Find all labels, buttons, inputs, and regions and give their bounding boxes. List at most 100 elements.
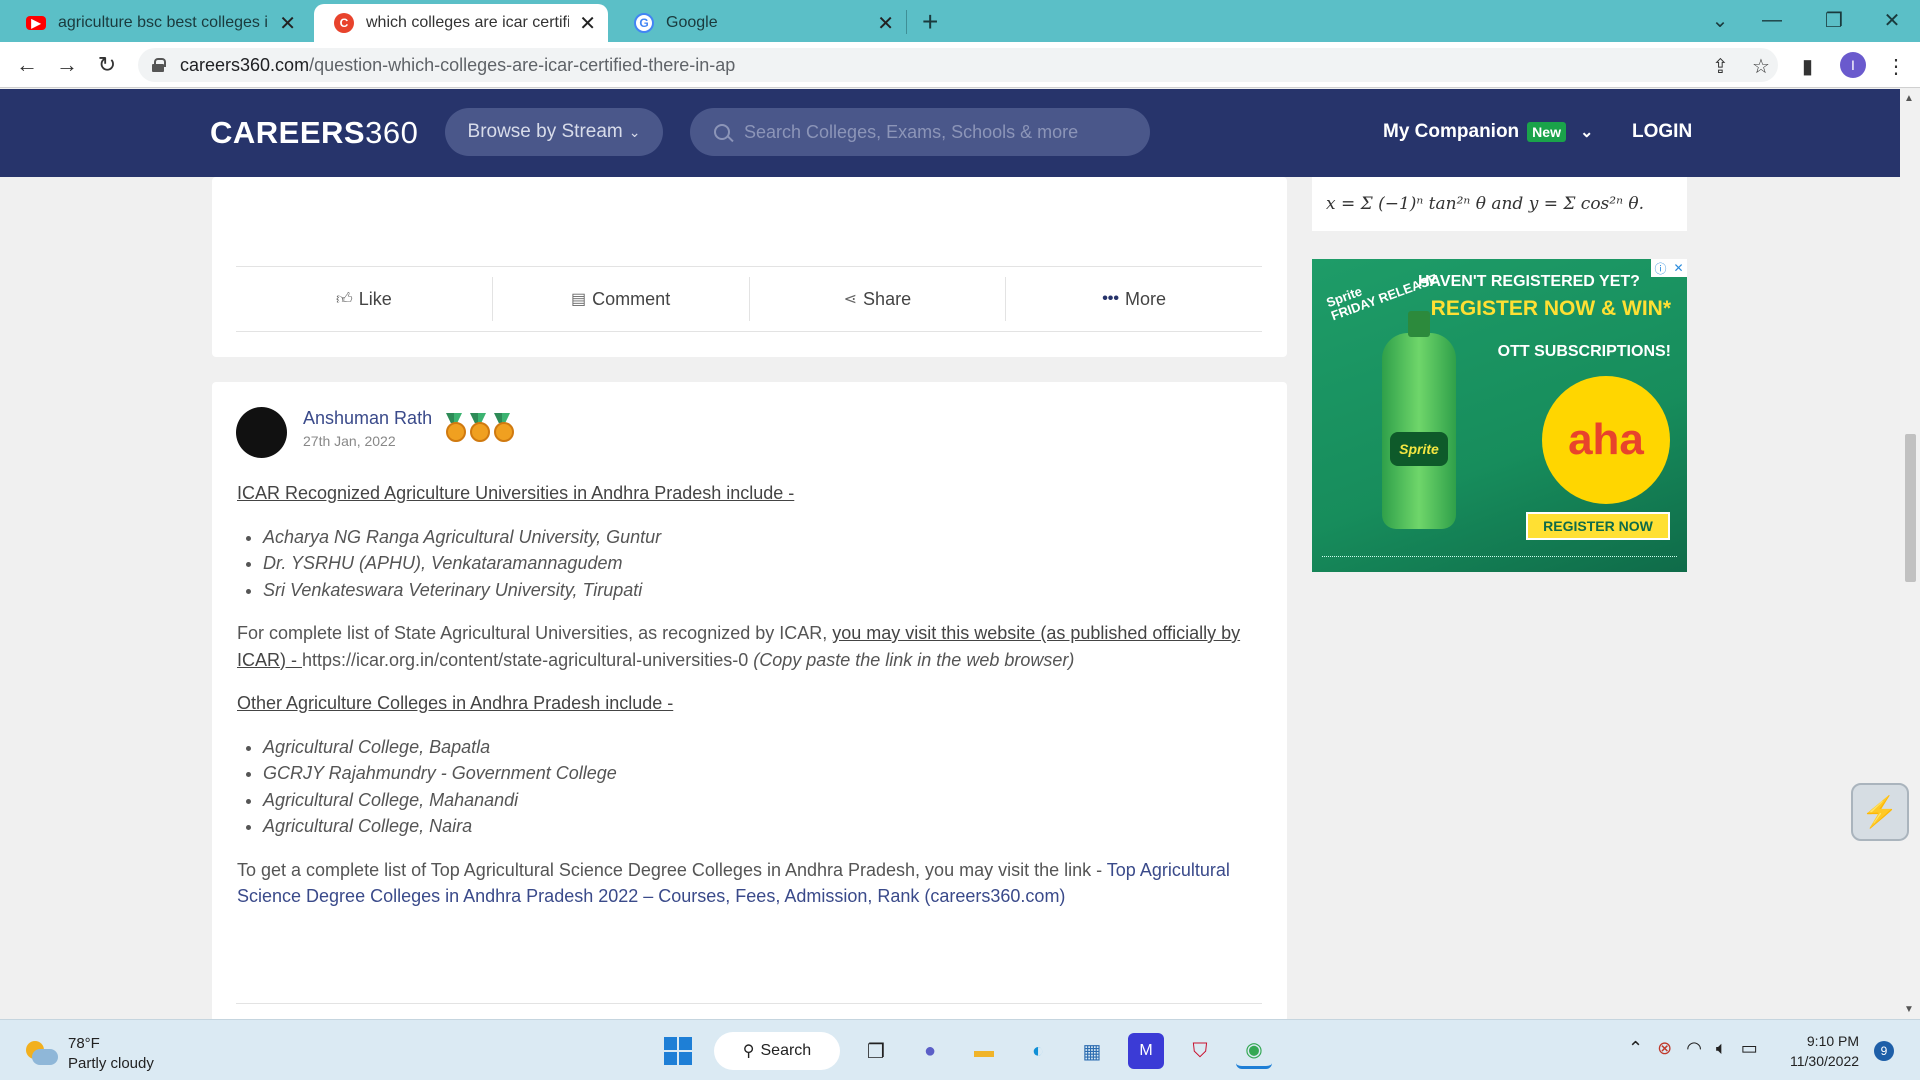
close-window-button[interactable]: ✕: [1864, 0, 1920, 40]
close-tab-icon[interactable]: ✕: [877, 11, 894, 36]
site-search-input[interactable]: Search Colleges, Exams, Schools & more: [690, 108, 1150, 156]
back-button[interactable]: ←: [12, 50, 42, 80]
lightning-icon: ⚡: [1861, 795, 1899, 829]
reload-button[interactable]: ↻: [92, 50, 122, 80]
vpn-alert-icon[interactable]: ⊗: [1657, 1038, 1672, 1059]
aha-logo: aha: [1542, 376, 1670, 504]
share-button[interactable]: ⋖ Share: [750, 277, 1007, 321]
ad-register-button[interactable]: REGISTER NOW: [1526, 512, 1670, 540]
weather-condition: Partly cloudy: [68, 1055, 154, 1072]
more-button[interactable]: ••• More: [1006, 277, 1262, 321]
para-prefix: For complete list of State Agricultural …: [237, 623, 833, 643]
sprite-aha-advertisement[interactable]: ⓘ ✕ Sprite FRIDAY RELEASE HAVEN'T REGISTER…: [1312, 259, 1687, 572]
share-page-icon[interactable]: ⇪: [1712, 54, 1729, 79]
url-input[interactable]: careers360.com/question-which-colleges-a…: [138, 48, 1778, 82]
like-button[interactable]: 👍︎ Like: [236, 277, 493, 321]
list-item: Acharya NG Ranga Agricultural University…: [263, 524, 1262, 551]
volume-icon[interactable]: 🔈︎: [1716, 1038, 1727, 1059]
login-button[interactable]: LOGIN: [1632, 121, 1692, 143]
forward-button[interactable]: →: [52, 50, 82, 80]
partly-cloudy-icon: [24, 1041, 58, 1067]
close-tab-icon[interactable]: ✕: [279, 11, 296, 36]
colleges-heading: Other Agriculture Colleges in Andhra Pra…: [237, 693, 674, 713]
companion-label: My Companion: [1383, 121, 1520, 142]
share-icon: ⋖: [843, 291, 858, 308]
tab-youtube[interactable]: ▶ agriculture bsc best colleges in a ✕: [6, 4, 308, 42]
browse-by-stream-button[interactable]: Browse by Stream ⌄: [445, 108, 663, 156]
like-label: Like: [358, 288, 392, 309]
clock-date: 11/30/2022: [1790, 1053, 1860, 1069]
ad-close-icon[interactable]: ⓘ ✕: [1651, 259, 1687, 277]
taskbar-search-button[interactable]: ⚲ Search: [714, 1032, 840, 1070]
colleges-list: Agricultural College, Bapatla GCRJY Raja…: [237, 734, 1262, 840]
scrollbar-thumb[interactable]: [1905, 434, 1916, 582]
tab-title: Google: [666, 14, 718, 31]
tab-google[interactable]: G Google ✕: [614, 4, 906, 42]
side-panel-icon[interactable]: ▮: [1802, 54, 1813, 79]
page-scrollbar[interactable]: ▲ ▼: [1900, 89, 1920, 1019]
tab-careers360[interactable]: C which colleges are icar certified t ✕: [314, 4, 608, 42]
scroll-down-icon[interactable]: ▼: [1904, 1004, 1914, 1015]
weather-temperature: 78°F: [68, 1035, 100, 1052]
taskbar-clock[interactable]: 9:10 PM 11/30/2022: [1790, 1031, 1859, 1071]
sprite-label: Sprite: [1390, 432, 1448, 466]
wifi-icon[interactable]: ◠: [1686, 1038, 1702, 1059]
edge-browser-icon[interactable]: ◐: [1020, 1033, 1056, 1069]
list-item: Agricultural College, Naira: [263, 813, 1262, 840]
author-avatar[interactable]: [236, 407, 287, 458]
my-companion-menu[interactable]: My Companion New ⌄: [1383, 121, 1593, 143]
medal-icon: [491, 413, 514, 442]
universities-heading: ICAR Recognized Agriculture Universities…: [237, 483, 795, 503]
file-explorer-icon[interactable]: ▬: [966, 1033, 1002, 1069]
youtube-icon: ▶: [26, 16, 46, 30]
new-tab-button[interactable]: +: [922, 6, 938, 38]
google-icon: G: [634, 13, 654, 33]
list-item: Agricultural College, Bapatla: [263, 734, 1262, 761]
list-item: Agricultural College, Mahanandi: [263, 787, 1262, 814]
windows-logo-icon: [664, 1037, 692, 1065]
chevron-down-icon: ⌄: [1579, 124, 1594, 141]
new-badge: New: [1527, 122, 1566, 142]
bookmark-star-icon[interactable]: ☆: [1752, 54, 1770, 79]
browser-menu-icon[interactable]: ⋮: [1886, 54, 1906, 79]
weather-widget[interactable]: 78°F Partly cloudy: [24, 1034, 154, 1074]
windows-taskbar: 78°F Partly cloudy ⚲ Search ❐ ● ▬ ◐ ▦ M ⛉…: [0, 1019, 1920, 1080]
chrome-icon[interactable]: ◉: [1236, 1033, 1272, 1069]
author-name[interactable]: Anshuman Rath: [303, 408, 432, 429]
ad-fine-print: [1322, 556, 1677, 564]
mcafee-icon[interactable]: ⛉: [1182, 1033, 1218, 1069]
teams-chat-icon[interactable]: ●: [912, 1033, 948, 1069]
search-icon: [714, 124, 730, 140]
m-app-icon[interactable]: M: [1128, 1033, 1164, 1069]
taskbar-apps: ⚲ Search ❐ ● ▬ ◐ ▦ M ⛉ ◉: [660, 1032, 1272, 1070]
microsoft-store-icon[interactable]: ▦: [1074, 1033, 1110, 1069]
restore-button[interactable]: ❐: [1806, 0, 1862, 40]
battery-icon[interactable]: ▭: [1741, 1038, 1758, 1059]
close-tab-icon[interactable]: ✕: [579, 11, 596, 36]
task-view-icon[interactable]: ❐: [858, 1033, 894, 1069]
ad-register-text: REGISTER NOW & WIN*: [1430, 297, 1671, 320]
logo-text-bold: CAREERS: [210, 115, 366, 150]
divider: [236, 1003, 1262, 1004]
medal-icon: [467, 413, 490, 442]
start-button[interactable]: [660, 1033, 696, 1069]
taskbar-search-label: Search: [760, 1042, 812, 1059]
icar-paragraph: For complete list of State Agricultural …: [237, 620, 1262, 673]
profile-avatar[interactable]: I: [1840, 52, 1866, 78]
final-prefix: To get a complete list of Top Agricultur…: [237, 859, 1107, 880]
show-hidden-icons-chevron-icon[interactable]: ⌃: [1628, 1038, 1643, 1059]
minimize-button[interactable]: —: [1744, 0, 1800, 40]
more-label: More: [1125, 288, 1167, 309]
tab-search-chevron-icon[interactable]: ⌄: [1692, 0, 1748, 40]
lightning-floating-button[interactable]: ⚡: [1851, 783, 1909, 841]
author-medals: [443, 413, 514, 442]
careers360-logo[interactable]: CAREERS360: [210, 115, 418, 151]
scroll-up-icon[interactable]: ▲: [1904, 93, 1914, 104]
tab-separator: [906, 10, 907, 34]
notification-badge[interactable]: 9: [1874, 1041, 1894, 1061]
post-action-bar: 👍︎ Like ▤ Comment ⋖ Share ••• More: [236, 266, 1262, 332]
medal-icon: [443, 413, 466, 442]
share-label: Share: [863, 288, 912, 309]
comment-button[interactable]: ▤ Comment: [493, 277, 750, 321]
search-icon: ⚲: [742, 1043, 755, 1060]
